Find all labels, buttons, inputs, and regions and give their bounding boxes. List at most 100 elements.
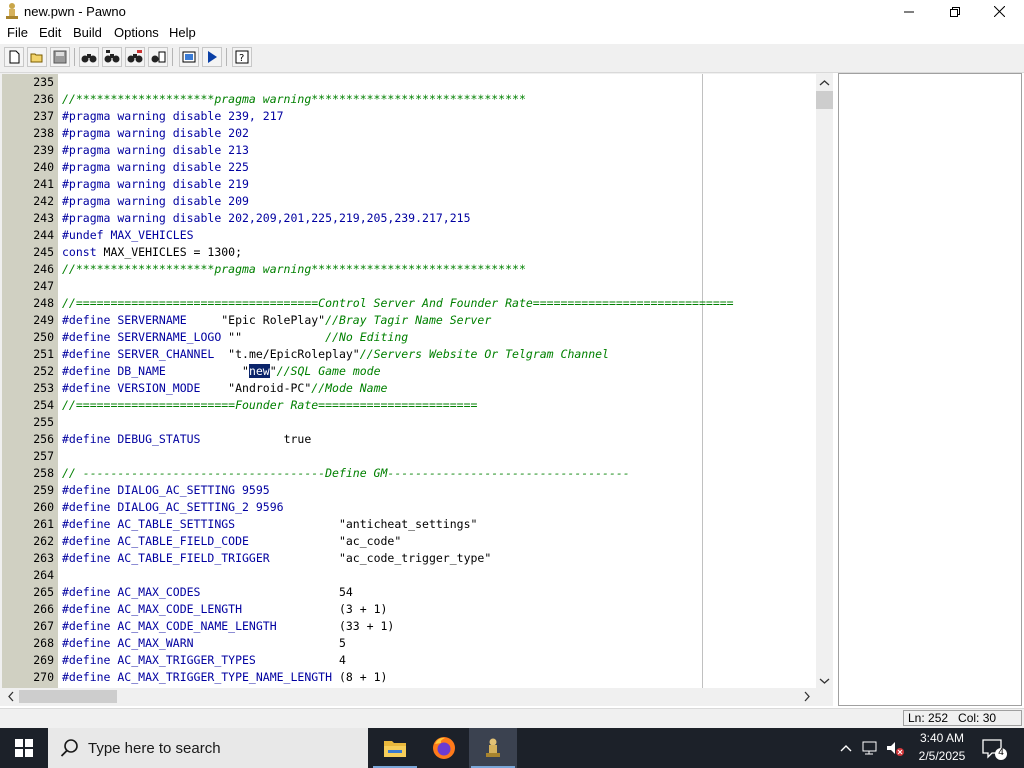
- code-token: "ac_code": [248, 534, 402, 548]
- vertical-scroll-thumb[interactable]: [816, 91, 833, 109]
- code-line[interactable]: #define AC_TABLE_FIELD_CODE "ac_code": [62, 534, 401, 548]
- code-line[interactable]: #define AC_MAX_CODE_NAME_LENGTH (33 + 1): [62, 619, 394, 633]
- code-line[interactable]: #define AC_TABLE_SETTINGS "anticheat_set…: [62, 517, 477, 531]
- code-token: (33 + 1): [276, 619, 395, 633]
- volume-muted-icon: [887, 742, 904, 756]
- line-number: 238: [33, 126, 54, 140]
- line-number: 247: [33, 279, 54, 293]
- code-line[interactable]: // -----------------------------------De…: [62, 466, 630, 480]
- line-number: 267: [33, 619, 54, 633]
- line-number: 257: [33, 449, 54, 463]
- code-line[interactable]: #define SERVERNAME_LOGO "" //No Editing: [62, 330, 408, 344]
- code-line[interactable]: #undef MAX_VEHICLES: [62, 228, 194, 242]
- code-token: "Android-PC": [200, 381, 312, 395]
- line-number: 240: [33, 160, 54, 174]
- code-line[interactable]: #define SERVERNAME "Epic RolePlay"//Bray…: [62, 313, 491, 327]
- code-line[interactable]: //********************pragma warning****…: [62, 262, 526, 276]
- start-button[interactable]: [0, 728, 48, 768]
- line-number: 250: [33, 330, 54, 344]
- line-number: 235: [33, 75, 54, 89]
- code-line[interactable]: #define DIALOG_AC_SETTING_2 9596: [62, 500, 284, 514]
- code-line[interactable]: #define DIALOG_AC_SETTING 9595: [62, 483, 270, 497]
- code-line[interactable]: #define VERSION_MODE "Android-PC"//Mode …: [62, 381, 387, 395]
- line-number: 244: [33, 228, 54, 242]
- code-line[interactable]: //=======================Founder Rate===…: [62, 398, 477, 412]
- code-line[interactable]: const MAX_VEHICLES = 1300;: [62, 245, 242, 259]
- code-line[interactable]: //===================================Con…: [62, 296, 734, 310]
- code-line[interactable]: #pragma warning disable 202,209,201,225,…: [62, 211, 471, 225]
- restore-button[interactable]: [932, 0, 978, 23]
- close-button[interactable]: [976, 0, 1022, 23]
- code-token: #define AC_MAX_TRIGGER_TYPES: [62, 653, 256, 667]
- code-line[interactable]: #define AC_MAX_TRIGGER_TYPES 4: [62, 653, 346, 667]
- code-line[interactable]: #define AC_MAX_WARN 5: [62, 636, 346, 650]
- code-token: #define VERSION_MODE: [62, 381, 201, 395]
- code-line[interactable]: #define AC_MAX_TRIGGER_TYPE_NAME_LENGTH …: [62, 670, 387, 684]
- code-token: 4: [255, 653, 346, 667]
- code-token: "ac_code_trigger_type": [269, 551, 492, 565]
- code-line[interactable]: #pragma warning disable 239, 217: [62, 109, 284, 123]
- code-token: #define AC_TABLE_FIELD_CODE: [62, 534, 249, 548]
- code-token: #define DIALOG_AC_SETTING 9595: [62, 483, 270, 497]
- code-token: MAX_VEHICLES = 1300;: [96, 245, 243, 259]
- code-token: #define DIALOG_AC_SETTING_2 9596: [62, 500, 284, 514]
- code-token: #define AC_TABLE_SETTINGS: [62, 517, 236, 531]
- code-token: #define DEBUG_STATUS: [62, 432, 201, 446]
- scroll-right-icon[interactable]: [800, 688, 814, 705]
- code-token: #define AC_MAX_TRIGGER_TYPE_NAME_LENGTH: [62, 670, 333, 684]
- code-line[interactable]: #pragma warning disable 213: [62, 143, 249, 157]
- code-line[interactable]: #pragma warning disable 202: [62, 126, 249, 140]
- horizontal-scrollbar[interactable]: [2, 688, 833, 705]
- code-line[interactable]: #define DEBUG_STATUS true: [62, 432, 311, 446]
- search-placeholder: Type here to search: [88, 740, 221, 757]
- volume-button[interactable]: [884, 738, 908, 758]
- line-number: 237: [33, 109, 54, 123]
- minimize-button[interactable]: [886, 0, 932, 23]
- code-line[interactable]: #define SERVER_CHANNEL "t.me/EpicRolepla…: [62, 347, 609, 361]
- scroll-up-icon[interactable]: [816, 76, 833, 90]
- code-line[interactable]: #define DB_NAME "new"//SQL Game mode: [62, 364, 381, 378]
- code-line[interactable]: #pragma warning disable 209: [62, 194, 249, 208]
- clock-date[interactable]: 2/5/2025: [914, 749, 970, 763]
- code-line[interactable]: #pragma warning disable 219: [62, 177, 249, 191]
- line-number: 246: [33, 262, 54, 276]
- code-token: #undef MAX_VEHICLES: [62, 228, 194, 242]
- code-line[interactable]: #define AC_MAX_CODE_LENGTH (3 + 1): [62, 602, 387, 616]
- code-token: 5: [193, 636, 346, 650]
- selected-text: new: [248, 364, 270, 378]
- code-token: #define SERVERNAME: [62, 313, 187, 327]
- code-token: #define AC_MAX_CODE_LENGTH: [62, 602, 243, 616]
- taskbar-file-explorer[interactable]: [371, 728, 419, 768]
- code-line[interactable]: #pragma warning disable 225: [62, 160, 249, 174]
- scroll-left-icon[interactable]: [4, 688, 18, 705]
- network-disconnected-icon: [862, 741, 877, 755]
- code-token: ": [269, 364, 277, 378]
- firefox-icon: [433, 737, 455, 759]
- line-number: 241: [33, 177, 54, 191]
- code-token: true: [200, 432, 312, 446]
- line-number: 245: [33, 245, 54, 259]
- code-line[interactable]: #define AC_TABLE_FIELD_TRIGGER "ac_code_…: [62, 551, 491, 565]
- code-token: #define DB_NAME: [62, 364, 166, 378]
- vertical-scrollbar[interactable]: [816, 74, 833, 688]
- network-button[interactable]: [860, 738, 882, 758]
- scroll-down-icon[interactable]: [816, 674, 833, 688]
- line-number: 264: [33, 568, 54, 582]
- line-number: 262: [33, 534, 54, 548]
- code-line[interactable]: #define AC_MAX_CODES 54: [62, 585, 353, 599]
- horizontal-scroll-thumb[interactable]: [19, 690, 117, 703]
- code-token: //===================================Con…: [62, 296, 734, 310]
- notification-center-button[interactable]: 4: [980, 736, 1010, 762]
- show-hidden-icons-button[interactable]: [836, 738, 856, 758]
- notification-count: 4: [998, 747, 1004, 758]
- function-list-panel[interactable]: [838, 73, 1022, 706]
- line-number: 253: [33, 381, 54, 395]
- line-number: 261: [33, 517, 54, 531]
- code-line[interactable]: //********************pragma warning****…: [62, 92, 526, 106]
- clock-time[interactable]: 3:40 AM: [914, 731, 970, 745]
- code-token: #pragma warning disable 225: [62, 160, 249, 174]
- taskbar-firefox[interactable]: [420, 728, 468, 768]
- code-token: (3 + 1): [242, 602, 388, 616]
- windows-logo-icon: [15, 739, 33, 757]
- taskbar-pawno[interactable]: [469, 728, 517, 768]
